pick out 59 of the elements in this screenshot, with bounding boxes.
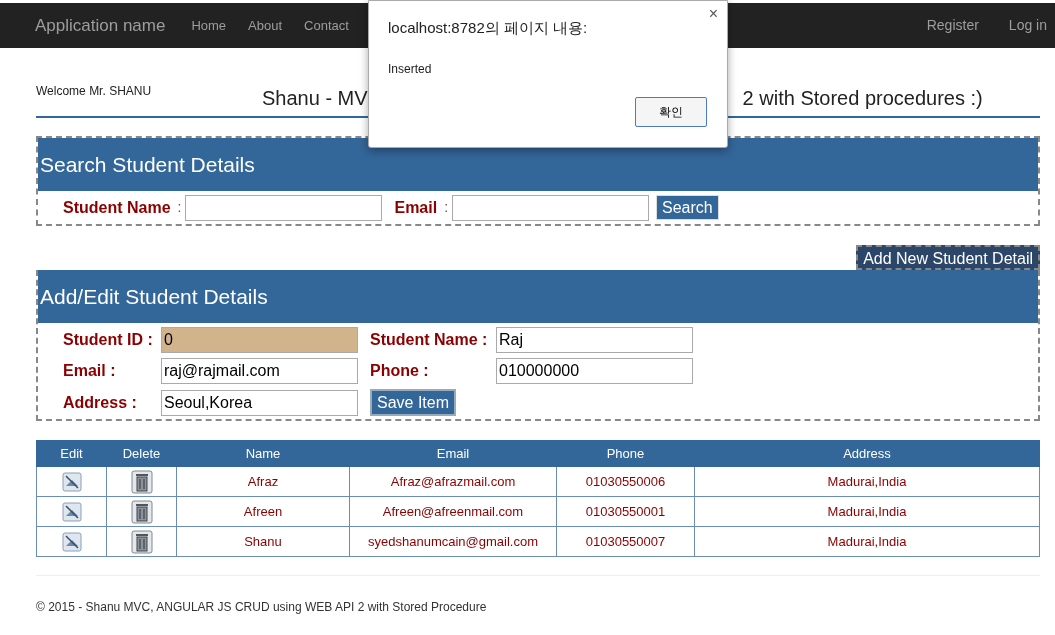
nav-link[interactable]: About <box>248 15 283 36</box>
brand-link[interactable]: Application name <box>35 12 166 39</box>
input-field[interactable] <box>452 194 650 221</box>
column-header: Email <box>349 440 557 467</box>
field-label: Student ID : <box>63 330 154 350</box>
panel-title: Search Student Details <box>40 151 255 178</box>
input-field[interactable]: 010000000 <box>496 358 693 384</box>
save-button[interactable]: Save Item <box>370 389 457 416</box>
nav-link[interactable]: Home <box>191 15 227 36</box>
table-cell: Afraz@afrazmail.com <box>349 466 557 497</box>
field-label: Student Name <box>63 197 171 218</box>
column-header: Name <box>176 440 350 467</box>
page-title: Shanu - MV <box>262 86 368 111</box>
edit-image-icon[interactable] <box>61 531 82 552</box>
table-cell: 01030550007 <box>556 526 695 557</box>
field-label: Student Name : <box>370 330 489 350</box>
table-cell: syedshanumcain@gmail.com <box>349 526 557 557</box>
field-label: Email : <box>63 361 117 381</box>
add-student-button[interactable]: Add New Student Detail <box>856 245 1040 270</box>
field-label: Email <box>394 197 438 218</box>
dialog-title: localhost:8782의 페이지 내용: <box>388 18 588 38</box>
input-field[interactable] <box>185 194 383 221</box>
trash-icon[interactable] <box>130 529 153 554</box>
separator-text: : <box>177 198 182 217</box>
ok-button[interactable]: 확인 <box>635 97 707 127</box>
input-field[interactable]: Raj <box>496 327 693 353</box>
nav-link[interactable]: Contact <box>304 15 349 36</box>
table-cell: Madurai,India <box>694 526 1040 557</box>
footer-text: © 2015 - Shanu MVC, ANGULAR JS CRUD using WEB API 2 with Stored Procedure <box>36 600 487 614</box>
field-label: Address : <box>63 392 138 413</box>
search-button[interactable]: Search <box>656 195 719 220</box>
welcome-text: Welcome Mr. SHANU <box>36 83 153 100</box>
table-cell: 01030550006 <box>556 466 695 497</box>
column-header: Delete <box>106 440 177 467</box>
page-title: 2 with Stored procedures :) <box>742 86 983 111</box>
table-cell: Madurai,India <box>694 496 1040 527</box>
trash-icon[interactable] <box>130 469 153 494</box>
trash-icon[interactable] <box>130 499 153 524</box>
dialog-message: Inserted <box>388 61 432 78</box>
table-cell: Afreen@afreenmail.com <box>349 496 557 527</box>
column-header: Edit <box>36 440 107 467</box>
input-field[interactable]: 0 <box>161 327 358 353</box>
table-cell: Madurai,India <box>694 466 1040 497</box>
panel-title: Add/Edit Student Details <box>40 283 268 310</box>
separator-text: : <box>444 198 449 217</box>
table-cell: Afreen <box>176 496 350 527</box>
close-button[interactable]: × <box>708 6 718 22</box>
input-field[interactable]: raj@rajmail.com <box>161 358 358 384</box>
column-header: Phone <box>556 440 695 467</box>
edit-image-icon[interactable] <box>61 501 82 522</box>
input-field[interactable]: Seoul,Korea <box>161 389 358 416</box>
edit-image-icon[interactable] <box>61 471 82 492</box>
table-cell: Shanu <box>176 526 350 557</box>
table-cell: 01030550001 <box>556 496 695 527</box>
field-label: Phone : <box>370 361 430 381</box>
nav-link[interactable]: Log in <box>1008 15 1047 36</box>
column-header: Address <box>694 440 1040 467</box>
table-cell: Afraz <box>176 466 350 497</box>
nav-link[interactable]: Register <box>926 15 979 36</box>
